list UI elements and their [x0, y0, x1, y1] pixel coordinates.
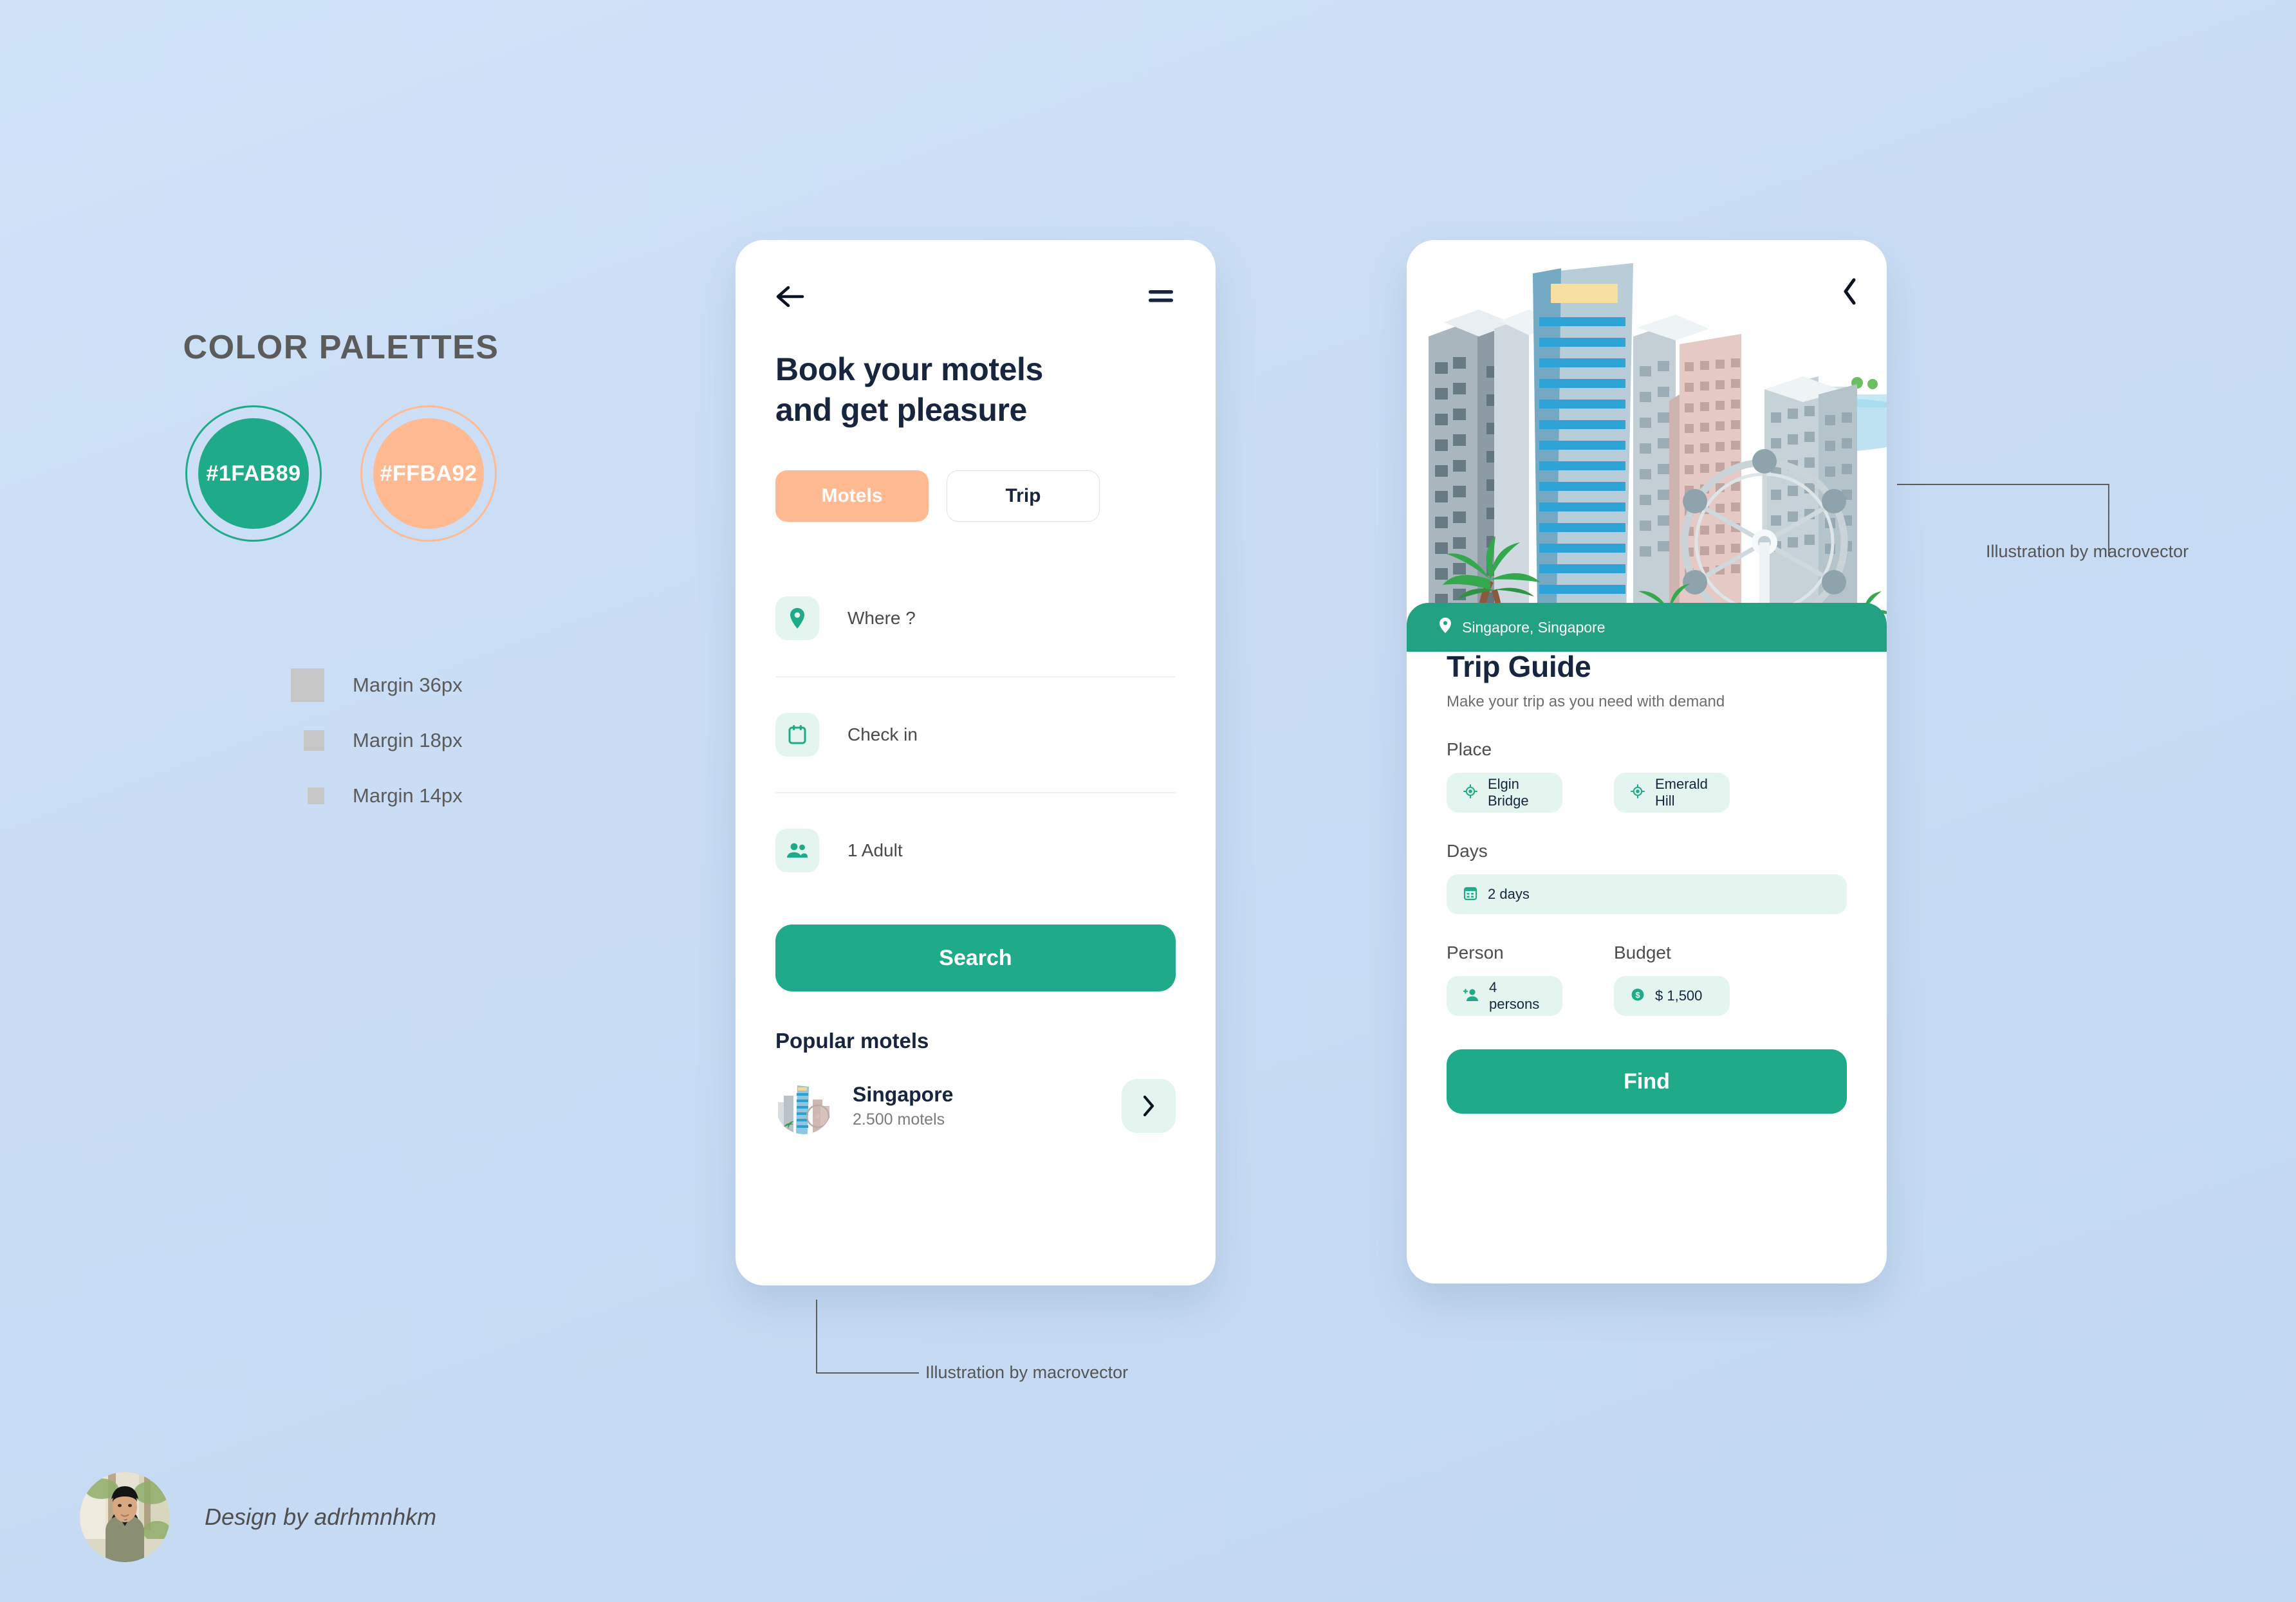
- chevron-left-icon[interactable]: [1842, 277, 1858, 309]
- swatch-peach-label: #FFBA92: [380, 461, 477, 486]
- page-title: Trip Guide: [1447, 650, 1591, 683]
- design-credit: Design by adrhmnhkm: [80, 1472, 436, 1562]
- person-add-icon: [1463, 988, 1479, 1005]
- page-title: Book your motels and get pleasure: [775, 349, 1176, 430]
- search-button[interactable]: Search: [775, 925, 1176, 991]
- chip-budget-label: $ 1,500: [1655, 988, 1703, 1004]
- chip-days[interactable]: 2 days: [1447, 874, 1847, 914]
- annotation-line-left-vertical: [816, 1300, 817, 1373]
- swatch-peach-core: #FFBA92: [373, 418, 484, 529]
- field-guests[interactable]: 1 Adult: [775, 792, 1176, 908]
- city-thumbnail-singapore: [775, 1078, 832, 1134]
- gps-target-icon: [1463, 784, 1477, 802]
- list-item-subtitle: 2.500 motels: [853, 1110, 945, 1128]
- chip-emerald-hill[interactable]: Emerald Hill: [1614, 773, 1730, 813]
- tab-trip-label: Trip: [1005, 485, 1041, 506]
- field-guests-value: 1 Adult: [847, 840, 903, 860]
- booking-content: Book your motels and get pleasure Motels …: [736, 240, 1216, 1134]
- page-subtitle: Make your trip as you need with demand: [1447, 693, 1725, 710]
- location-badge-text: Singapore, Singapore: [1462, 618, 1606, 636]
- margin-swatch-18: [304, 730, 324, 751]
- margin-swatch-cell: [248, 787, 324, 804]
- margin-row: Margin 36px: [248, 658, 682, 713]
- swatch-row: #1FAB89 #FFBA92: [0, 405, 682, 542]
- list-item-meta: Singapore 2.500 motels: [853, 1083, 1122, 1129]
- svg-text:$: $: [1635, 990, 1640, 1000]
- margin-swatch-14: [308, 787, 324, 804]
- swatch-green: #1FAB89: [185, 405, 322, 542]
- field-where-value: Where ?: [847, 608, 916, 628]
- chip-persons-label: 4 persons: [1489, 979, 1540, 1012]
- list-item[interactable]: Singapore 2.500 motels: [775, 1078, 1176, 1134]
- chip-budget[interactable]: $ $ 1,500: [1614, 976, 1730, 1016]
- annotation-line-right-horizontal: [1897, 484, 2109, 485]
- margin-legend: Margin 36px Margin 18px Margin 14px: [0, 658, 682, 824]
- place-chip-row: Elgin Bridge Emerald Hill: [1447, 773, 1847, 813]
- swatch-green-core: #1FAB89: [198, 418, 309, 529]
- avatar: [80, 1472, 170, 1562]
- tab-motels-label: Motels: [821, 485, 883, 506]
- phone-trip-screen: Singapore, Singapore Trip Guide Make you…: [1407, 240, 1887, 1284]
- chip-days-label: 2 days: [1488, 886, 1530, 902]
- margin-label-18: Margin 18px: [353, 729, 463, 751]
- margin-swatch-cell: [248, 668, 324, 702]
- person-budget-labels: Person Budget: [1447, 943, 1847, 963]
- dollar-circle-icon: $: [1631, 988, 1645, 1005]
- person-budget-chip-row: 4 persons $ $ 1,500: [1447, 976, 1847, 1016]
- tab-motels[interactable]: Motels: [775, 470, 929, 522]
- location-pin-icon: [775, 596, 819, 640]
- margin-swatch-cell: [248, 730, 324, 751]
- search-button-label: Search: [939, 945, 1012, 970]
- field-checkin[interactable]: Check in: [775, 676, 1176, 792]
- phone-booking-screen: Book your motels and get pleasure Motels …: [736, 240, 1216, 1285]
- annotation-line-left-horizontal: [816, 1372, 919, 1374]
- find-button-label: Find: [1624, 1069, 1670, 1094]
- chevron-right-icon[interactable]: [1122, 1079, 1176, 1133]
- find-button[interactable]: Find: [1447, 1049, 1847, 1114]
- annotation-illustration-credit-left: Illustration by macrovector: [925, 1363, 1129, 1382]
- arrow-left-icon[interactable]: [775, 284, 805, 309]
- chip-emerald-hill-label: Emerald Hill: [1655, 776, 1708, 809]
- margin-label-36: Margin 36px: [353, 674, 463, 696]
- booking-title-line2: and get pleasure: [775, 392, 1027, 428]
- hero-illustration-singapore: Singapore, Singapore: [1407, 240, 1887, 652]
- calendar-days-icon: [1463, 885, 1477, 904]
- location-pin-icon: [1439, 617, 1452, 638]
- search-fields: Where ? Check in 1 Adult: [775, 560, 1176, 908]
- field-checkin-value: Check in: [847, 724, 918, 744]
- list-item-title: Singapore: [853, 1083, 954, 1106]
- group-label-budget: Budget: [1614, 943, 1671, 962]
- booking-topbar: [775, 276, 1176, 317]
- margin-row: Margin 14px: [248, 768, 682, 824]
- design-credit-text: Design by adrhmnhkm: [205, 1504, 437, 1530]
- chip-persons[interactable]: 4 persons: [1447, 976, 1562, 1016]
- color-palette-section: COLOR PALETTES #1FAB89 #FFBA92 Margin 36…: [0, 328, 682, 824]
- palette-title: COLOR PALETTES: [183, 329, 499, 366]
- margin-swatch-36: [291, 668, 324, 702]
- chip-elgin-bridge-label: Elgin Bridge: [1488, 776, 1529, 809]
- location-badge: Singapore, Singapore: [1407, 603, 1887, 652]
- booking-title-line1: Book your motels: [775, 351, 1043, 387]
- tab-trip[interactable]: Trip: [947, 470, 1100, 522]
- group-label-days: Days: [1447, 841, 1488, 861]
- segmented-control: Motels Trip: [775, 470, 1176, 522]
- chip-elgin-bridge[interactable]: Elgin Bridge: [1447, 773, 1562, 813]
- people-icon: [775, 829, 819, 872]
- popular-motels-heading: Popular motels: [775, 1029, 929, 1053]
- hamburger-menu-icon[interactable]: [1146, 288, 1176, 306]
- field-where[interactable]: Where ?: [775, 560, 1176, 676]
- margin-label-14: Margin 14px: [353, 784, 463, 807]
- swatch-peach: #FFBA92: [360, 405, 497, 542]
- annotation-illustration-credit-right: Illustration by macrovector: [1986, 542, 2189, 561]
- trip-guide-sheet: Trip Guide Make your trip as you need wi…: [1407, 612, 1887, 1284]
- calendar-icon: [775, 713, 819, 757]
- days-chip-row: 2 days: [1447, 874, 1847, 914]
- group-label-place: Place: [1447, 739, 1492, 759]
- swatch-green-label: #1FAB89: [206, 461, 301, 486]
- group-label-person: Person: [1447, 943, 1504, 962]
- gps-target-icon: [1631, 784, 1645, 802]
- margin-row: Margin 18px: [248, 713, 682, 768]
